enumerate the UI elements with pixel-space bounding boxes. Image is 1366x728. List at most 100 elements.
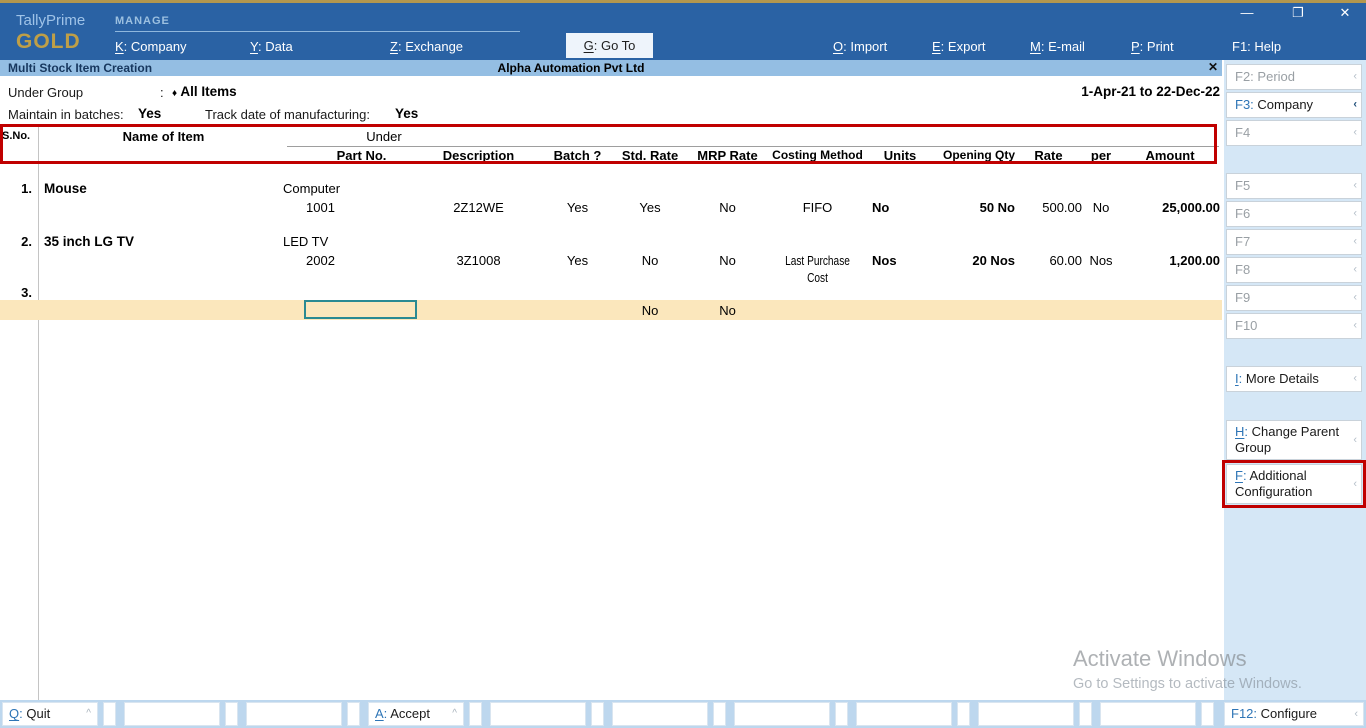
column-header-units: Units — [870, 147, 930, 164]
bottombar-empty-button — [347, 702, 360, 726]
track-manufacturing-value[interactable]: Yes — [395, 106, 418, 121]
company-name: Alpha Automation Pvt Ltd — [0, 61, 1142, 75]
chevron-left-icon: ‹ — [1353, 178, 1357, 195]
bottombar-empty-button — [957, 702, 970, 726]
under-group-value[interactable]: ♦ All Items — [172, 84, 237, 99]
row-std-rate[interactable]: Yes — [610, 199, 690, 216]
app-name: TallyPrime — [16, 12, 85, 29]
bottombar-empty-button — [856, 702, 952, 726]
row-rate[interactable]: 500.00 — [1015, 199, 1082, 216]
menu-import[interactable]: O: Import — [833, 37, 887, 57]
chevron-left-icon: ‹ — [1354, 703, 1358, 725]
sidebar-f8: F8‹ — [1226, 257, 1362, 283]
column-header-mrp-rate: MRP Rate — [690, 147, 765, 164]
row-units[interactable]: Nos — [872, 252, 930, 269]
chevron-left-icon: ‹ — [1353, 125, 1357, 142]
row-costing-method[interactable]: FIFO — [765, 199, 870, 216]
close-icon[interactable]: ✕ — [1335, 5, 1355, 21]
row-description[interactable]: 3Z1008 — [417, 252, 540, 269]
bottombar-empty-button — [734, 702, 830, 726]
row-opening-qty[interactable]: 20 Nos — [930, 252, 1015, 269]
row-amount[interactable]: 1,200.00 — [1120, 252, 1220, 269]
row-under-group[interactable]: LED TV — [283, 233, 483, 250]
menu-data[interactable]: Y: Data — [250, 37, 293, 57]
track-manufacturing-label: Track date of manufacturing: — [205, 107, 370, 122]
column-header-opening-qty: Opening Qty — [930, 147, 1015, 164]
menu-company[interactable]: K: Company — [115, 37, 187, 57]
row-batch[interactable]: Yes — [540, 252, 615, 269]
bottombar-empty-button — [225, 702, 238, 726]
chevron-left-icon: ‹ — [1353, 234, 1357, 251]
bottombar-empty-button — [1079, 702, 1092, 726]
table-row: 1. Mouse Computer 1001 2Z12WE Yes Yes No… — [0, 178, 1222, 218]
row-mrp-rate[interactable]: No — [690, 199, 765, 216]
maintain-batches-value[interactable]: Yes — [138, 106, 161, 121]
sidebar-more-details[interactable]: I: More Details‹ — [1226, 366, 1362, 392]
screen-close-icon[interactable]: ✕ — [1208, 60, 1218, 74]
row-units[interactable]: No — [872, 199, 930, 216]
period-value: 1-Apr-21 to 22-Dec-22 — [1081, 84, 1220, 99]
menu-print[interactable]: P: Print — [1131, 37, 1174, 57]
restore-icon[interactable]: ❐ — [1288, 5, 1308, 21]
bottombar-empty-button — [1201, 702, 1214, 726]
function-key-sidebar: F2: Period‹ F3: Company‹ F4‹ F5‹ F6‹ F7‹… — [1224, 60, 1366, 700]
chevron-left-icon: ‹ — [1353, 318, 1357, 335]
row-costing-method[interactable]: Last Purchase Cost — [765, 252, 870, 269]
bottombar-empty-button — [591, 702, 604, 726]
row-per[interactable]: Nos — [1082, 252, 1120, 269]
row-part-no[interactable]: 1001 — [306, 199, 417, 216]
bottombar-empty-button — [490, 702, 586, 726]
row-name[interactable]: Mouse — [44, 180, 283, 197]
row-mrp-rate[interactable]: No — [690, 252, 765, 269]
bottombar-empty-button — [246, 702, 342, 726]
menu-email[interactable]: M: E-mail — [1030, 37, 1085, 57]
sidebar-change-parent-group[interactable]: H: Change Parent Group‹ — [1226, 420, 1362, 460]
top-menu-bar: TallyPrime GOLD — ❐ ✕ MANAGE K: Company … — [0, 3, 1366, 60]
sidebar-f5: F5‹ — [1226, 173, 1362, 199]
active-std-rate[interactable]: No — [610, 302, 690, 319]
column-header-per: per — [1082, 147, 1120, 164]
column-header-name: Name of Item — [44, 128, 283, 145]
row-part-no[interactable]: 2002 — [306, 252, 417, 269]
sidebar-f10: F10‹ — [1226, 313, 1362, 339]
chevron-left-icon: ‹ — [1353, 206, 1357, 223]
column-header-under: Under — [304, 128, 464, 145]
goto-button[interactable]: G: Go To — [566, 33, 653, 58]
row-std-rate[interactable]: No — [610, 252, 690, 269]
part-no-input[interactable] — [304, 300, 417, 319]
column-header-costing-method: Costing Method — [765, 147, 870, 164]
minimize-icon[interactable]: — — [1237, 5, 1257, 20]
sidebar-additional-configuration[interactable]: F: Additional Configuration‹ — [1226, 464, 1362, 504]
row-description[interactable]: 2Z12WE — [417, 199, 540, 216]
row-sno: 2. — [0, 233, 32, 250]
row-batch[interactable]: Yes — [540, 199, 615, 216]
menu-exchange[interactable]: Z: Exchange — [390, 37, 463, 57]
maintain-batches-label: Maintain in batches: — [8, 107, 124, 122]
bottombar-empty-button — [978, 702, 1074, 726]
under-group-colon: : — [160, 85, 164, 100]
row-name[interactable]: 35 inch LG TV — [44, 233, 283, 250]
row-amount[interactable]: 25,000.00 — [1120, 199, 1220, 216]
accept-button[interactable]: A: Accept^ — [368, 702, 464, 726]
bottombar-empty-button — [103, 702, 116, 726]
sidebar-f3-company[interactable]: F3: Company‹ — [1226, 92, 1362, 118]
row-under-group[interactable]: Computer — [283, 180, 483, 197]
chevron-left-icon: ‹ — [1353, 476, 1357, 492]
row-opening-qty[interactable]: 50 No — [930, 199, 1015, 216]
menu-export[interactable]: E: Export — [932, 37, 986, 57]
bottombar-empty-button — [612, 702, 708, 726]
active-entry-row: No No — [0, 300, 1222, 320]
active-mrp-rate[interactable]: No — [690, 302, 765, 319]
column-header-description: Description — [417, 147, 540, 164]
chevron-left-icon: ‹ — [1353, 97, 1357, 114]
column-header-part-no: Part No. — [306, 147, 417, 164]
diamond-bullet-icon: ♦ — [172, 88, 177, 99]
app-edition-badge: GOLD — [16, 30, 81, 54]
menu-help[interactable]: F1: Help — [1232, 37, 1281, 57]
row-rate[interactable]: 60.00 — [1015, 252, 1082, 269]
quit-button[interactable]: Q: Quit^ — [2, 702, 98, 726]
row-per[interactable]: No — [1082, 199, 1120, 216]
configure-button[interactable]: F12: Configure‹ — [1224, 702, 1364, 726]
under-group-label: Under Group — [8, 85, 83, 100]
column-header-rate: Rate — [1015, 147, 1082, 164]
